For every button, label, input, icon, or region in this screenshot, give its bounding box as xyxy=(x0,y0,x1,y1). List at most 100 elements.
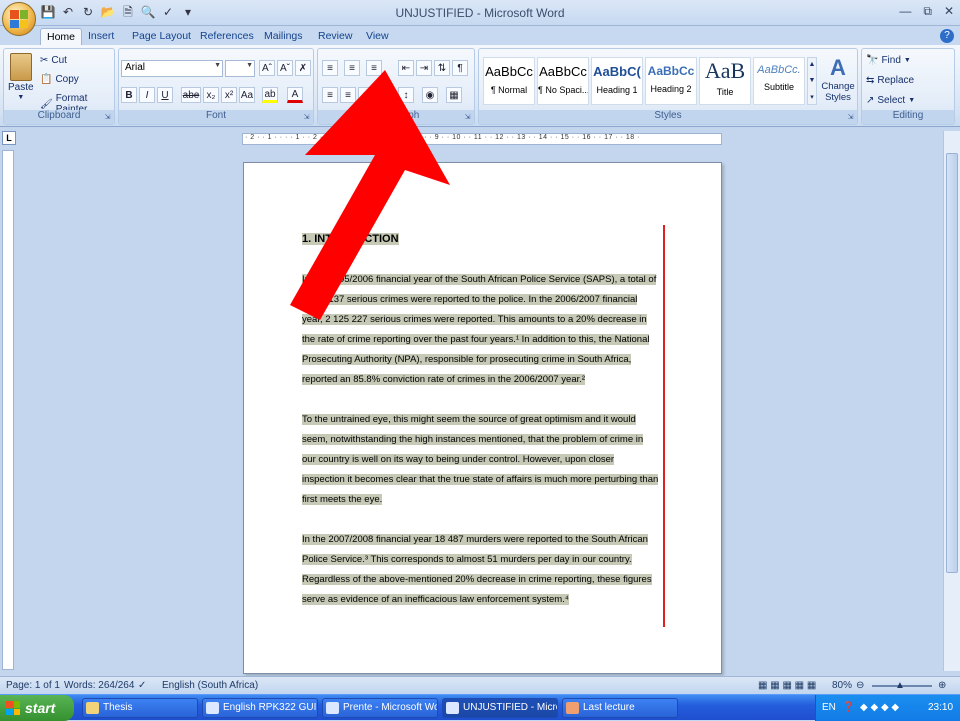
font-color-icon: A xyxy=(287,87,303,103)
minimize-icon[interactable]: — xyxy=(899,4,911,19)
increase-indent-icon: ⇥ xyxy=(416,60,432,76)
font-size-select[interactable]: ▼ xyxy=(225,60,255,77)
superscript-button[interactable]: x² xyxy=(221,87,237,103)
italic-button[interactable]: I xyxy=(139,87,155,103)
ribbon: Paste ▼ ✂Cut 📋Copy 🖌Format Painter Clipb… xyxy=(0,45,960,127)
shrink-font-button[interactable]: Aˇ xyxy=(277,60,293,76)
taskbar: start Thesis English RPK322 GUID... Pren… xyxy=(0,694,960,721)
multilevel-list-button[interactable]: ≡ xyxy=(366,60,382,76)
task-unjustified[interactable]: UNJUSTIFIED - Micro... xyxy=(442,698,558,718)
show-formatting-button[interactable]: ¶ xyxy=(452,60,468,76)
proofing-icon[interactable]: ✓ xyxy=(138,680,146,691)
shading-button[interactable]: ◉ xyxy=(422,87,438,103)
language-bar[interactable]: EN xyxy=(822,702,836,713)
zoom-level[interactable]: 80% xyxy=(832,680,852,691)
bold-button[interactable]: B xyxy=(121,87,137,103)
tab-references[interactable]: References xyxy=(194,28,260,46)
horizontal-ruler[interactable]: · 2 · · 1 · · · · 1 · · 2 · · 3 · · 4 · … xyxy=(242,133,722,145)
tab-page-layout[interactable]: Page Layout xyxy=(126,28,197,46)
bullets-button[interactable]: ≡ xyxy=(322,60,338,76)
style-title[interactable]: AaB Title xyxy=(699,57,751,105)
tab-home[interactable]: Home xyxy=(40,28,83,46)
style-heading-2[interactable]: AaBbCc Heading 2 xyxy=(645,57,697,105)
chevron-down-icon: ▼ xyxy=(903,57,911,64)
word-doc-icon xyxy=(326,702,339,714)
borders-icon: ▦ xyxy=(446,87,462,103)
style-subtitle[interactable]: AaBbCc. Subtitle xyxy=(753,57,805,105)
font-family-select[interactable]: Arial ▼ xyxy=(121,60,223,77)
text-line: reported an 85.8% conviction rate of cri… xyxy=(302,374,586,385)
task-english-guide[interactable]: English RPK322 GUID... xyxy=(202,698,318,718)
view-buttons[interactable]: ▦ ▦ ▦ ▦ ▦ xyxy=(758,680,816,691)
replace-button[interactable]: ⇆ Replace xyxy=(866,75,914,86)
cut-button[interactable]: ✂ Cut xyxy=(40,55,67,66)
borders-button[interactable]: ▦ xyxy=(446,87,462,103)
scrollbar-thumb[interactable] xyxy=(946,153,958,573)
zoom-slider-thumb[interactable]: ▲ xyxy=(895,680,905,691)
restore-icon[interactable]: ⧉ xyxy=(923,4,932,19)
paste-button[interactable]: Paste ▼ xyxy=(8,53,34,101)
subscript-button[interactable]: x₂ xyxy=(203,87,219,103)
dialog-launcher-icon[interactable]: ⇲ xyxy=(846,113,855,122)
language-indicator[interactable]: English (South Africa) xyxy=(162,680,258,691)
change-styles-button[interactable]: A Change Styles xyxy=(821,55,855,103)
style-normal[interactable]: AaBbCc ¶ Normal xyxy=(483,57,535,105)
help-icon[interactable]: ? xyxy=(940,29,954,43)
tab-insert[interactable]: Insert xyxy=(82,28,120,46)
tab-selector[interactable]: L xyxy=(2,131,16,145)
dialog-launcher-icon[interactable]: ⇲ xyxy=(463,113,472,122)
line-spacing-icon: ↕ xyxy=(398,87,414,103)
text-line: In the 2007/2008 financial year 18 487 m… xyxy=(302,534,648,545)
line-spacing-button[interactable]: ↕ xyxy=(398,87,414,103)
tab-view[interactable]: View xyxy=(360,28,395,46)
zoom-in-icon[interactable]: ⊕ xyxy=(938,680,946,691)
tab-review[interactable]: Review xyxy=(312,28,358,46)
zoom-out-icon[interactable]: ⊖ xyxy=(856,680,864,691)
clipboard-group: Paste ▼ ✂Cut 📋Copy 🖌Format Painter Clipb… xyxy=(3,48,115,125)
strikethrough-button[interactable]: abe xyxy=(181,87,201,103)
paint-bucket-icon: ◉ xyxy=(422,87,438,103)
select-button[interactable]: ↗ Select ▼ xyxy=(866,95,915,106)
align-right-button[interactable]: ≡ xyxy=(358,87,374,103)
cursor-icon: ↗ xyxy=(866,95,875,106)
vertical-scrollbar[interactable] xyxy=(943,131,960,671)
grow-font-button[interactable]: Aˆ xyxy=(259,60,275,76)
decrease-indent-button[interactable]: ⇤ xyxy=(398,60,414,76)
numbering-button[interactable]: ≡ xyxy=(344,60,360,76)
windows-logo-icon xyxy=(6,701,20,715)
document-body[interactable]: 1. INTRODUCTION In the 2005/2006 financi… xyxy=(302,229,666,630)
task-thesis[interactable]: Thesis xyxy=(82,698,198,718)
document-page[interactable]: 1. INTRODUCTION In the 2005/2006 financi… xyxy=(243,162,722,674)
clear-formatting-button[interactable]: ✗ xyxy=(295,60,311,76)
word-count[interactable]: Words: 264/264 xyxy=(64,680,134,691)
increase-indent-button[interactable]: ⇥ xyxy=(416,60,432,76)
find-button[interactable]: 🔭 Find ▼ xyxy=(866,55,911,66)
page-count[interactable]: Page: 1 of 1 xyxy=(6,680,60,691)
highlight-button[interactable]: ab xyxy=(262,87,278,103)
task-prente[interactable]: Prente - Microsoft Word xyxy=(322,698,438,718)
dialog-launcher-icon[interactable]: ⇲ xyxy=(302,113,311,122)
style-no-spacing[interactable]: AaBbCc ¶ No Spaci... xyxy=(537,57,589,105)
right-margin-line xyxy=(663,225,665,627)
align-center-button[interactable]: ≡ xyxy=(340,87,356,103)
align-left-button[interactable]: ≡ xyxy=(322,87,338,103)
binoculars-icon: 🔭 xyxy=(866,55,879,66)
vertical-ruler[interactable] xyxy=(2,150,14,670)
help-tray-icon[interactable]: ❓ xyxy=(842,702,854,713)
sort-button[interactable]: ⇅ xyxy=(434,60,450,76)
clock[interactable]: 23:10 xyxy=(928,702,953,713)
tab-mailings[interactable]: Mailings xyxy=(258,28,309,46)
office-button[interactable] xyxy=(2,2,36,36)
styles-scroll[interactable]: ▲ ▼ ▾ xyxy=(807,57,817,105)
tray-icons[interactable]: ◆ ◆ ◆ ◆ xyxy=(860,702,899,713)
copy-button[interactable]: 📋 Copy xyxy=(40,74,79,85)
justify-button[interactable]: ≡ xyxy=(376,87,392,103)
underline-button[interactable]: U xyxy=(157,87,173,103)
start-button[interactable]: start xyxy=(0,695,74,721)
close-icon[interactable]: ✕ xyxy=(944,4,954,19)
task-last-lecture[interactable]: Last lecture xyxy=(562,698,678,718)
change-case-button[interactable]: Aa xyxy=(239,87,255,103)
dialog-launcher-icon[interactable]: ⇲ xyxy=(103,113,112,122)
font-color-button[interactable]: A xyxy=(287,87,303,103)
style-heading-1[interactable]: AaBbC(Heading 1 xyxy=(591,57,643,105)
